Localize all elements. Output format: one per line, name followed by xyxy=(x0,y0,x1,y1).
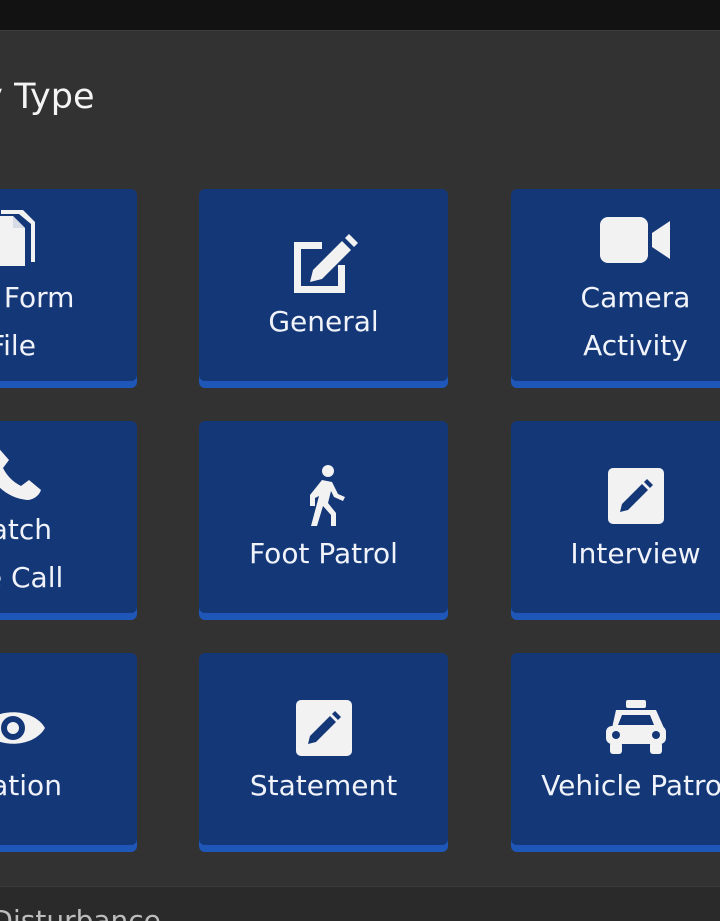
tile-dispatch-service-call[interactable]: patch ice Call xyxy=(0,421,137,620)
video-camera-icon xyxy=(598,208,674,272)
tile-label: rvation xyxy=(0,768,62,802)
taxi-icon xyxy=(602,696,670,760)
tile-label: Camera Activity xyxy=(580,280,691,362)
eye-icon xyxy=(0,696,47,760)
bottom-item-label: /Disturbance xyxy=(0,904,161,921)
tile-label: Vehicle Patrol xyxy=(541,768,720,802)
tile-observation[interactable]: rvation xyxy=(0,653,137,852)
tile-vehicle-patrol[interactable]: Vehicle Patrol xyxy=(511,653,720,852)
walking-person-icon xyxy=(302,464,346,528)
tile-interview[interactable]: Interview xyxy=(511,421,720,620)
tile-statement[interactable]: Statement xyxy=(199,653,448,852)
tile-label: patch ice Call xyxy=(0,512,64,594)
file-icon xyxy=(0,208,37,272)
tile-general[interactable]: General xyxy=(199,189,448,388)
top-bar xyxy=(0,0,720,30)
tile-foot-patrol[interactable]: Foot Patrol xyxy=(199,421,448,620)
entry-type-dialog: ntry Type om Form File General xyxy=(0,30,720,887)
bottom-list-item[interactable]: /Disturbance xyxy=(0,886,720,921)
tile-custom-form-file[interactable]: om Form File xyxy=(0,189,137,388)
tile-label: Interview xyxy=(570,536,701,570)
phone-icon xyxy=(0,440,45,504)
tile-label: Statement xyxy=(249,768,398,802)
tile-label: om Form File xyxy=(0,280,75,362)
dialog-title: ntry Type xyxy=(0,77,95,117)
tile-camera-activity[interactable]: Camera Activity xyxy=(511,189,720,388)
tile-label: General xyxy=(268,304,379,338)
tile-label: Foot Patrol xyxy=(249,536,398,570)
edit-square-icon xyxy=(607,464,665,528)
edit-square-icon xyxy=(295,696,353,760)
pen-to-square-icon xyxy=(286,232,362,296)
